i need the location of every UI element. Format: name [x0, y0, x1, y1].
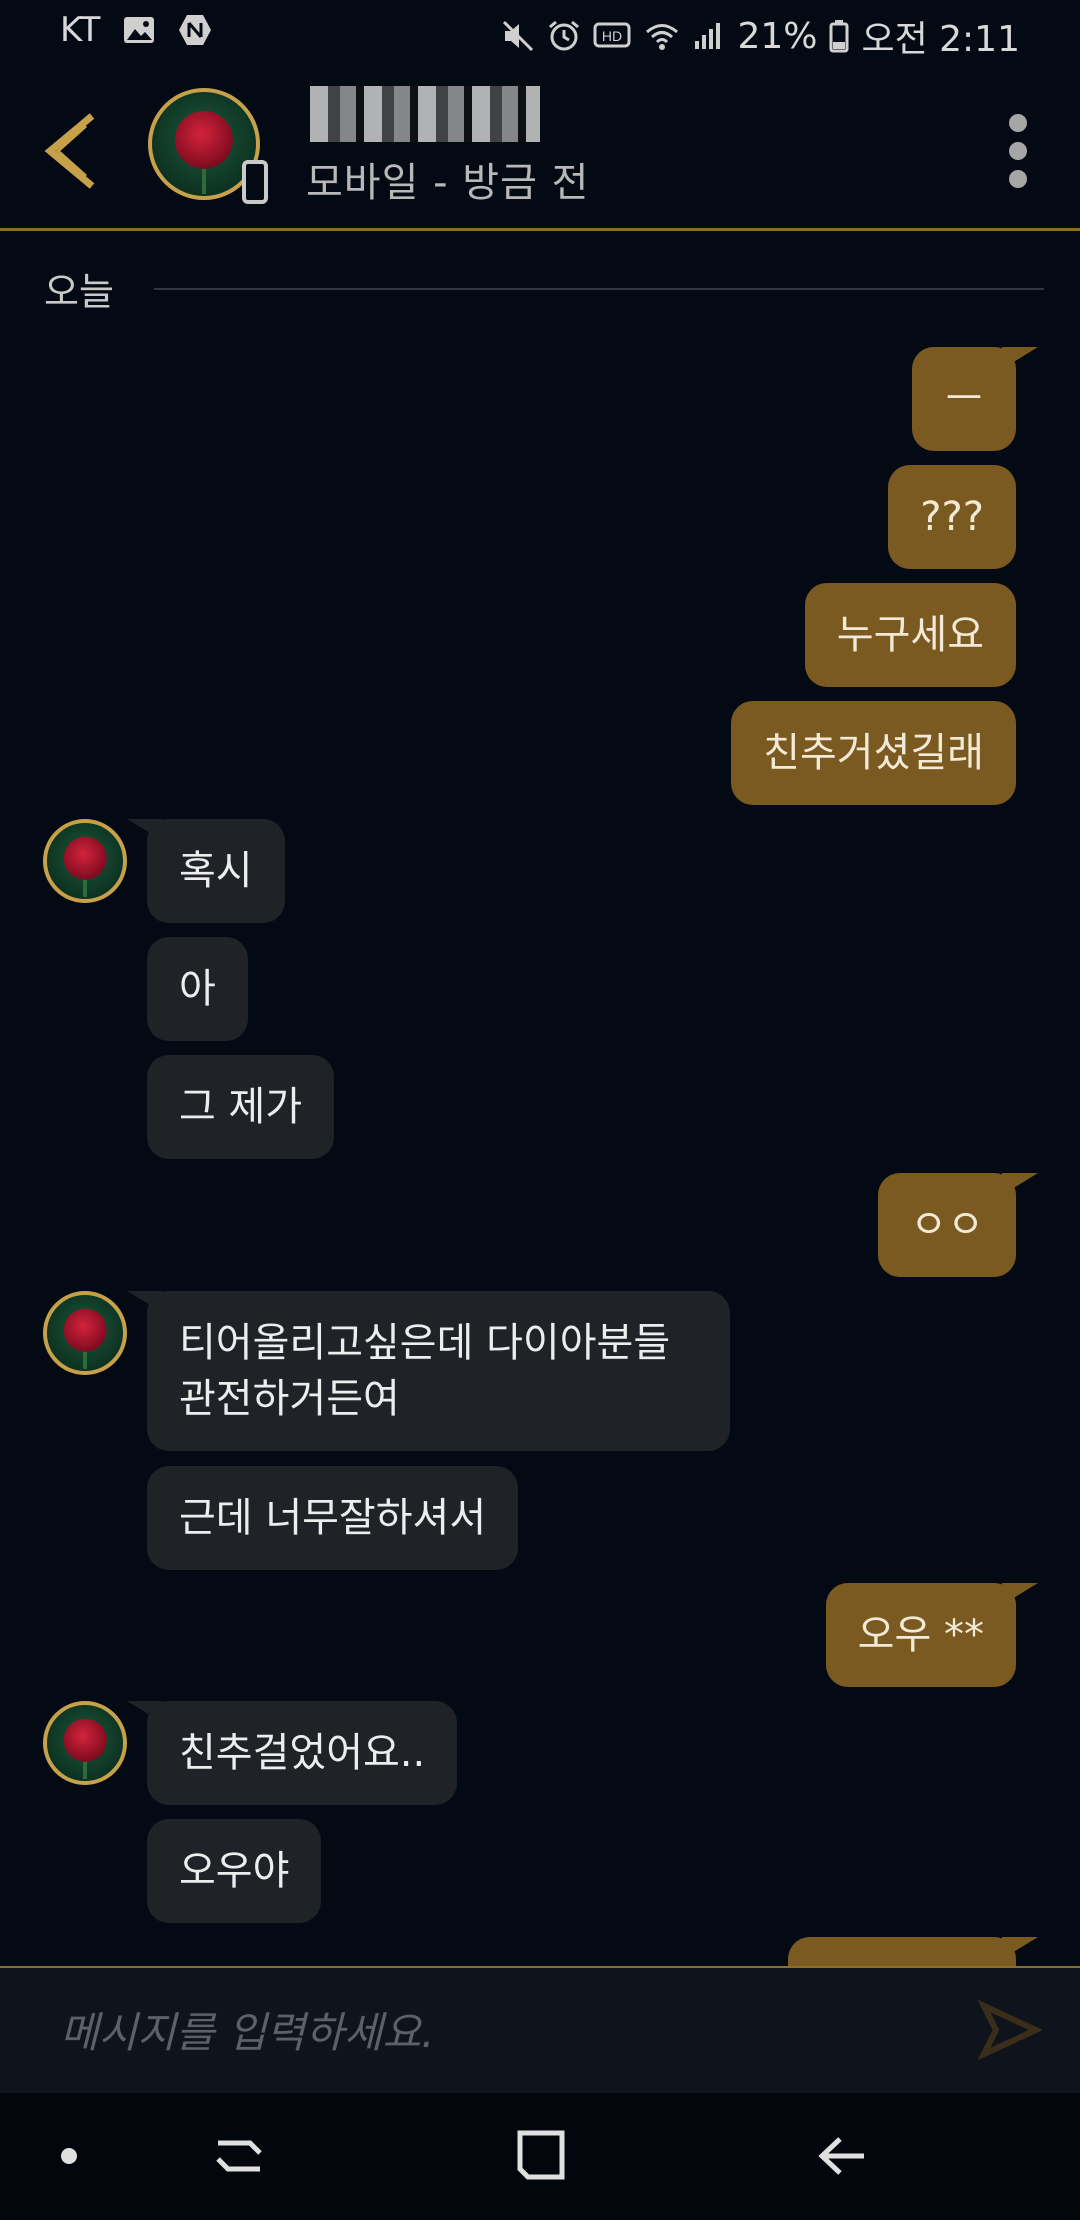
back-icon[interactable] — [810, 2121, 880, 2191]
home-icon[interactable] — [506, 2121, 576, 2191]
clock: 오전 2:11 — [861, 19, 1020, 60]
outgoing-message[interactable]: ??? — [888, 465, 1016, 569]
incoming-message[interactable]: 그 제가 — [147, 1055, 335, 1159]
mute-icon — [503, 20, 534, 52]
outgoing-message[interactable]: ㅡ — [912, 347, 1016, 451]
wifi-icon — [646, 24, 679, 50]
send-icon[interactable] — [978, 1998, 1042, 2062]
contact-avatar[interactable] — [148, 88, 268, 206]
system-nav-bar — [0, 2093, 1080, 2220]
dot-icon[interactable] — [34, 2121, 104, 2191]
message-input[interactable] — [58, 1998, 962, 2066]
date-divider: 오늘 — [44, 261, 1044, 316]
incoming-message[interactable]: 오우야 — [147, 1819, 322, 1923]
outgoing-message[interactable]: 오우 ** — [825, 1583, 1016, 1687]
signal-icon — [695, 23, 721, 49]
contact-status: 모바일 - 방금 전 — [306, 160, 590, 206]
incoming-message[interactable]: 친추걸었어요.. — [147, 1701, 458, 1805]
message-line: 티어올리고싶은데 다이아분들 — [179, 1320, 671, 1366]
mobile-device-icon — [242, 160, 268, 204]
outgoing-message-partial[interactable] — [788, 1937, 1016, 1966]
naver-icon — [179, 15, 212, 45]
battery-percent: 21% — [737, 15, 818, 57]
incoming-message[interactable]: 혹시 — [147, 819, 285, 923]
sender-avatar[interactable] — [43, 1291, 127, 1375]
date-label: 오늘 — [44, 270, 114, 314]
status-bar: KT HD 21% 오전 2:11 — [0, 0, 1080, 66]
chat-header: 모바일 - 방금 전 — [0, 66, 1080, 231]
outgoing-message[interactable]: 누구세요 — [804, 583, 1016, 687]
incoming-message-multiline[interactable]: 티어올리고싶은데 다이아분들 관전하거든여 — [147, 1291, 730, 1451]
outgoing-message[interactable]: 친추거셨길래 — [731, 701, 1016, 805]
carrier-label: KT — [60, 10, 101, 50]
incoming-message[interactable]: 근데 너무잘하셔서 — [147, 1466, 519, 1570]
status-left: KT — [60, 10, 212, 50]
outgoing-message[interactable]: ㅇㅇ — [878, 1173, 1016, 1277]
recent-apps-icon[interactable] — [204, 2121, 274, 2191]
message-input-bar — [0, 1966, 1080, 2095]
svg-text:HD: HD — [602, 28, 622, 44]
more-options-icon[interactable] — [1006, 114, 1030, 194]
sender-avatar[interactable] — [43, 1701, 127, 1785]
sender-avatar[interactable] — [43, 819, 127, 903]
incoming-message[interactable]: 아 — [147, 937, 248, 1041]
divider-line — [153, 287, 1044, 290]
alarm-icon — [549, 20, 580, 51]
message-list[interactable]: 오늘 ㅡ ??? 누구세요 친추거셨길래 혹시 아 그 제가 ㅇㅇ 티어올리고싶… — [0, 231, 1080, 1966]
back-chevron-icon[interactable] — [36, 106, 106, 196]
hd-icon: HD — [593, 22, 631, 48]
message-line: 관전하거든여 — [179, 1376, 400, 1422]
gallery-icon — [124, 17, 155, 43]
status-right: HD 21% 오전 2:11 — [501, 10, 1020, 62]
battery-icon — [829, 20, 849, 53]
contact-name-redacted — [310, 86, 540, 142]
